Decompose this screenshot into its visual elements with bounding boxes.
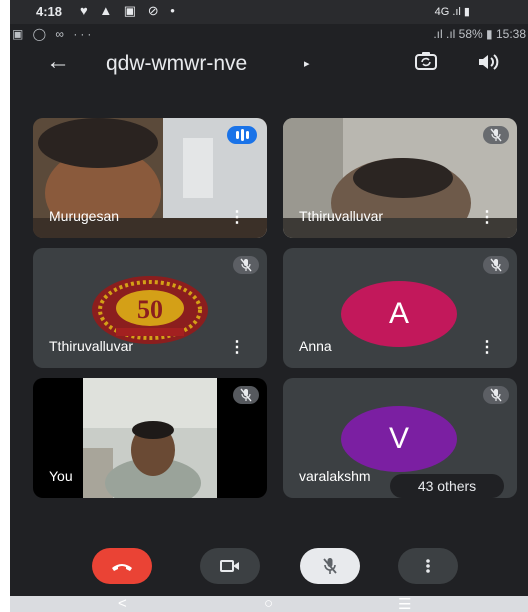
participant-tile-you[interactable]: You: [33, 378, 267, 498]
camera-toggle-button[interactable]: [200, 548, 260, 584]
speaking-indicator-icon: [227, 126, 257, 144]
more-options-icon[interactable]: ⋮: [479, 210, 495, 226]
participant-name: You: [49, 468, 73, 484]
speaker-icon[interactable]: [476, 52, 500, 72]
participant-name: Anna: [299, 338, 332, 354]
inner-status-icons: ▣ ◯ ∞ ···: [12, 27, 95, 41]
participant-name: Tthiruvalluvar: [299, 208, 384, 224]
profile-emblem: 50: [92, 276, 208, 344]
self-video: [83, 378, 217, 498]
call-controls: [10, 548, 528, 596]
hang-up-icon: [112, 564, 132, 571]
end-call-button[interactable]: [92, 548, 152, 584]
mic-muted-icon: [483, 126, 509, 144]
switch-camera-icon[interactable]: [414, 51, 438, 71]
participant-tile-murugesan[interactable]: Murugesan ⋮: [33, 118, 267, 238]
status-time: 4:18: [36, 4, 63, 19]
nav-recents-icon[interactable]: ☰: [398, 595, 411, 612]
more-options-button[interactable]: [398, 548, 458, 584]
mic-off-icon: [323, 558, 337, 574]
meeting-details-caret-icon[interactable]: ▸: [304, 57, 310, 70]
device-status-bar: 4:18 ♥ ▲ ▣ ⊘ • 4G .ıl ▮: [10, 0, 528, 24]
meeting-code[interactable]: qdw-wmwr-nve: [106, 52, 247, 76]
more-vert-icon: [426, 559, 430, 573]
avatar: A: [341, 281, 457, 347]
participant-name: varalakshm: [299, 468, 371, 484]
nav-home-icon[interactable]: ○: [264, 595, 273, 612]
avatar: V: [341, 406, 457, 472]
participant-name: Murugesan: [49, 208, 120, 224]
inner-status-bar: ▣ ◯ ∞ ··· .ıl .ıl 58% ▮ 15:38: [10, 24, 528, 44]
mic-muted-icon: [233, 256, 259, 274]
inner-status-battery-time: .ıl .ıl 58% ▮ 15:38: [433, 27, 526, 41]
back-arrow-icon[interactable]: ←: [46, 50, 70, 74]
mic-toggle-button[interactable]: [300, 548, 360, 584]
meeting-header: ← qdw-wmwr-nve ▸: [10, 44, 528, 84]
participant-tile-tthiruvalluvar[interactable]: 50 Tthiruvalluvar ⋮: [33, 248, 267, 368]
more-options-icon[interactable]: ⋮: [229, 210, 245, 226]
more-options-icon[interactable]: ⋮: [479, 340, 495, 356]
nav-back-icon[interactable]: <: [118, 595, 127, 612]
others-badge[interactable]: 43 others: [390, 474, 504, 498]
participant-tile-tthiruvalluvar-video[interactable]: Tthiruvalluvar ⋮: [283, 118, 517, 238]
meet-screen: 4:18 ♥ ▲ ▣ ⊘ • 4G .ıl ▮ ▣ ◯ ∞ ··· .ıl .ı…: [10, 0, 528, 612]
status-signal-battery: 4G .ıl ▮: [434, 6, 470, 18]
mic-muted-icon: [233, 386, 259, 404]
video-camera-icon: [220, 560, 239, 572]
system-nav-bar: < ○ ☰: [10, 595, 528, 612]
participant-name: Tthiruvalluvar: [49, 338, 134, 354]
mic-muted-icon: [483, 256, 509, 274]
mic-muted-icon: [483, 386, 509, 404]
svg-text:50: 50: [137, 295, 163, 324]
status-notification-icons: ♥ ▲ ▣ ⊘ •: [80, 3, 179, 18]
more-options-icon[interactable]: ⋮: [229, 340, 245, 356]
participant-tile-anna[interactable]: A Anna ⋮: [283, 248, 517, 368]
